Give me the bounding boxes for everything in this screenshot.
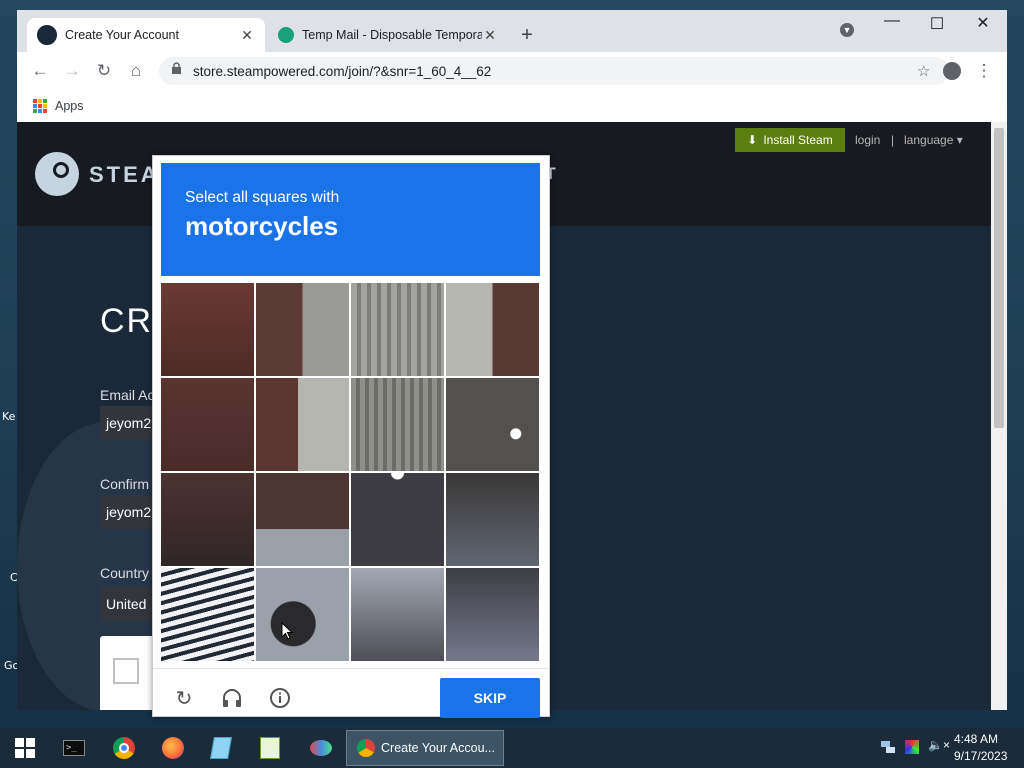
captcha-tile[interactable] — [256, 378, 349, 471]
apps-grid-icon[interactable] — [33, 99, 47, 113]
maximize-icon[interactable]: ☐ — [922, 14, 952, 34]
captcha-tile[interactable] — [256, 283, 349, 376]
new-tab-icon[interactable]: + — [517, 24, 537, 47]
tab-temp-mail[interactable]: Temp Mail - Disposable Tempora ✕ — [268, 18, 508, 52]
display-icon[interactable] — [905, 740, 919, 754]
forward-icon[interactable]: → — [61, 60, 83, 82]
install-label: Install Steam — [763, 133, 833, 147]
language-label: language — [904, 133, 954, 147]
start-windows-icon[interactable] — [11, 734, 39, 762]
captcha-tile[interactable] — [161, 568, 254, 661]
captcha-tile[interactable] — [256, 473, 349, 566]
recaptcha-checkbox[interactable] — [113, 658, 139, 684]
network-icon[interactable] — [880, 740, 896, 757]
minimize-icon[interactable]: — — [877, 12, 907, 30]
audio-challenge-icon[interactable] — [219, 685, 245, 711]
captcha-image-grid — [161, 283, 539, 661]
home-icon[interactable]: ⌂ — [125, 60, 147, 82]
apps-bookmark[interactable]: Apps — [55, 99, 84, 113]
captcha-tile[interactable] — [446, 568, 539, 661]
taskbar-window-title: Create Your Accou... — [381, 741, 495, 755]
captcha-tile[interactable] — [161, 473, 254, 566]
bookmarks-bar: Apps — [17, 90, 1007, 123]
captcha-tile[interactable] — [351, 283, 444, 376]
country-label: Country — [100, 565, 150, 581]
tab-strip: Create Your Account ✕ Temp Mail - Dispos… — [17, 10, 1007, 52]
bookmark-star-icon[interactable]: ☆ — [917, 62, 937, 80]
info-icon[interactable] — [267, 685, 293, 711]
captcha-tile[interactable] — [351, 568, 444, 661]
close-tab-icon[interactable]: ✕ — [482, 27, 498, 44]
lock-icon — [171, 62, 185, 80]
taskbar: >_ Create Your Accou... 🔈× 4:48 AM 9/17/… — [0, 728, 1024, 768]
download-icon: ⬇ — [747, 133, 758, 147]
language-dropdown[interactable]: language ▾ — [904, 133, 963, 147]
captcha-tile[interactable] — [351, 378, 444, 471]
caret-down-icon: ▾ — [956, 133, 963, 147]
clock-time[interactable]: 4:48 AM — [954, 732, 998, 746]
tempmail-favicon-icon — [278, 27, 294, 43]
desktop-icon-label[interactable]: Ke — [2, 410, 15, 423]
confirm-email-label: Confirm — [100, 476, 150, 492]
captcha-tile[interactable] — [161, 378, 254, 471]
volume-muted-icon[interactable]: 🔈× — [928, 738, 950, 752]
captcha-tile[interactable] — [446, 473, 539, 566]
tab-search-icon[interactable]: ▼ — [832, 22, 862, 37]
menu-icon[interactable]: ⋮ — [973, 60, 995, 82]
recaptcha-widget — [100, 636, 160, 710]
close-tab-icon[interactable]: ✕ — [239, 27, 255, 44]
chrome-icon — [357, 739, 375, 757]
login-link[interactable]: login — [855, 133, 880, 147]
steam-favicon-icon — [37, 25, 57, 45]
captcha-header: Select all squares with motorcycles — [161, 163, 540, 276]
captcha-tile[interactable] — [446, 283, 539, 376]
page-scrollbar[interactable] — [991, 122, 1007, 710]
email-label: Email Ac — [100, 387, 155, 403]
steam-logo-icon[interactable] — [35, 152, 79, 196]
tab-create-account[interactable]: Create Your Account ✕ — [27, 18, 265, 52]
paint-icon[interactable] — [307, 734, 335, 762]
skip-button[interactable]: SKIP — [440, 678, 540, 718]
separator: | — [891, 133, 895, 147]
close-window-icon[interactable]: ✕ — [968, 13, 998, 33]
scrollbar-thumb[interactable] — [994, 128, 1004, 428]
firefox-icon[interactable] — [159, 734, 187, 762]
spreadsheet-icon[interactable] — [256, 734, 284, 762]
captcha-tile[interactable] — [256, 568, 349, 661]
reload-icon[interactable]: ↻ — [93, 60, 115, 82]
captcha-tile[interactable] — [446, 378, 539, 471]
back-icon[interactable]: ← — [29, 60, 51, 82]
tab-title: Create Your Account — [65, 28, 179, 42]
mouse-cursor-icon — [281, 621, 294, 645]
url-text: store.steampowered.com/join/?&snr=1_60_4… — [193, 63, 492, 79]
captcha-challenge: Select all squares with motorcycles ↻ SK… — [152, 155, 550, 718]
captcha-instruction: Select all squares with — [185, 189, 340, 206]
captcha-tile[interactable] — [351, 473, 444, 566]
install-steam-button[interactable]: ⬇ Install Steam — [735, 128, 845, 152]
tab-title: Temp Mail - Disposable Tempora — [302, 28, 482, 42]
captcha-footer: ↻ SKIP — [153, 668, 549, 718]
profile-icon[interactable] — [941, 60, 963, 82]
reload-challenge-icon[interactable]: ↻ — [171, 685, 197, 711]
terminal-icon[interactable]: >_ — [60, 734, 88, 762]
chrome-icon[interactable] — [110, 734, 138, 762]
captcha-tile[interactable] — [161, 283, 254, 376]
browser-toolbar: ← → ↻ ⌂ store.steampowered.com/join/?&sn… — [17, 52, 1007, 90]
address-bar[interactable]: store.steampowered.com/join/?&snr=1_60_4… — [159, 57, 949, 85]
notepad-icon[interactable] — [207, 734, 235, 762]
taskbar-active-window[interactable]: Create Your Accou... — [346, 730, 504, 766]
clock-date[interactable]: 9/17/2023 — [954, 749, 1007, 763]
steam-logo-text[interactable]: STEA — [89, 162, 160, 188]
captcha-target: motorcycles — [185, 211, 339, 241]
